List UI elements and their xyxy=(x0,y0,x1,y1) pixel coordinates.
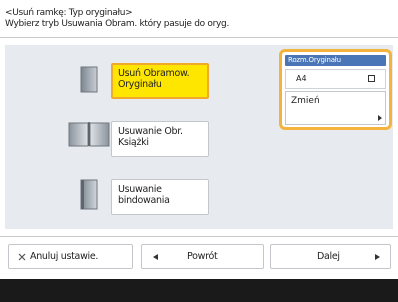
erase-binding-button[interactable]: Usuwanie bindowania xyxy=(111,179,209,215)
page-orientation-icon xyxy=(368,75,375,82)
status-bar xyxy=(0,279,398,302)
mode-label-line1: Usuń Obramow. xyxy=(118,68,190,79)
erase-original-frame-button[interactable]: Usuń Obramow. Oryginału xyxy=(111,63,209,99)
single-document-icon xyxy=(80,66,98,93)
binding-document-icon xyxy=(80,179,98,210)
back-label: Powrót xyxy=(187,251,218,262)
triangle-right-icon xyxy=(378,115,382,121)
footer-divider xyxy=(0,236,398,237)
back-button[interactable]: Powrót xyxy=(141,244,264,269)
mode-label-line1: Usuwanie Obr. xyxy=(118,126,183,137)
next-button[interactable]: Dalej xyxy=(270,244,391,269)
change-size-label: Zmień xyxy=(291,96,320,106)
change-size-button[interactable]: Zmień xyxy=(285,91,386,125)
open-book-icon xyxy=(68,122,110,147)
original-size-title: Rozm.Oryginału xyxy=(285,55,386,66)
instructions: <Usuń ramkę: Typ oryginału> Wybierz tryb… xyxy=(5,8,393,30)
next-label: Dalej xyxy=(317,251,340,262)
erase-book-frame-button[interactable]: Usuwanie Obr. Książki xyxy=(111,121,209,157)
mode-label-line2: Oryginału xyxy=(118,79,162,90)
mode-label-line2: bindowania xyxy=(118,195,170,206)
triangle-right-icon xyxy=(375,254,380,260)
close-icon xyxy=(18,253,26,261)
mode-label-line1: Usuwanie xyxy=(118,184,162,195)
dialog-instruction: Wybierz tryb Usuwania Obram. który pasuj… xyxy=(5,19,230,29)
cancel-label: Anuluj ustawie. xyxy=(30,251,99,262)
size-label: A4 xyxy=(296,74,307,83)
dialog-title: <Usuń ramkę: Typ oryginału> xyxy=(5,8,133,18)
cancel-settings-button[interactable]: Anuluj ustawie. xyxy=(8,244,133,269)
mode-label-line2: Książki xyxy=(118,137,149,148)
header-divider xyxy=(0,37,398,38)
original-size-panel: Rozm.Oryginału A4 Zmień xyxy=(279,49,392,130)
triangle-left-icon xyxy=(153,254,158,260)
original-size-value: A4 xyxy=(285,69,386,89)
